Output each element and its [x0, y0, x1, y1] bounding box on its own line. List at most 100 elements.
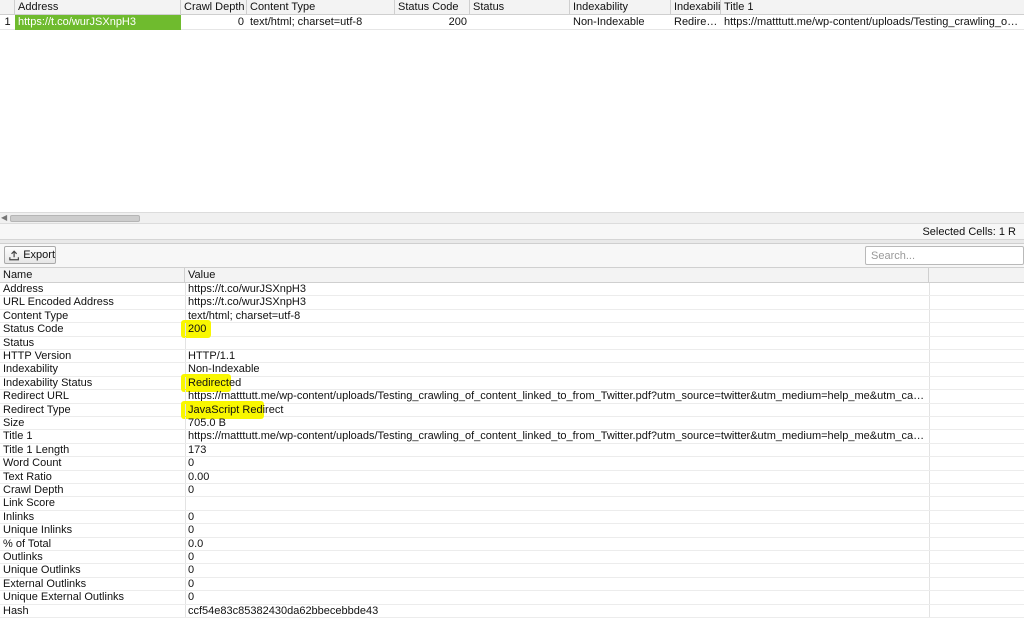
- row-value[interactable]: 0: [188, 564, 926, 577]
- table-row[interactable]: Redirect URL https://matttutt.me/wp-conte…: [0, 390, 1024, 404]
- row-value[interactable]: 0: [188, 484, 926, 497]
- column-header-address[interactable]: Address: [15, 0, 181, 15]
- table-row[interactable]: Status: [0, 336, 1024, 350]
- table-row[interactable]: Size 705.0 B: [0, 417, 1024, 431]
- column-divider: [185, 430, 186, 443]
- column-header-status-code[interactable]: Status Code: [395, 0, 470, 15]
- column-divider: [929, 430, 930, 443]
- column-divider: [185, 403, 186, 416]
- row-value[interactable]: 0: [188, 457, 926, 470]
- row-name: External Outlinks: [3, 577, 87, 590]
- row-value[interactable]: 0: [188, 524, 926, 537]
- column-header-status[interactable]: Status: [470, 0, 570, 15]
- cell-title-1[interactable]: https://matttutt.me/wp-content/uploads/T…: [721, 15, 1024, 30]
- cell-status-code[interactable]: 200: [395, 15, 470, 30]
- table-row[interactable]: Hash ccf54e83c85382430da62bbecebbde43: [0, 604, 1024, 618]
- column-header-content-type[interactable]: Content Type: [247, 0, 395, 15]
- row-value[interactable]: 0: [188, 551, 926, 564]
- table-row[interactable]: Status Code 200: [0, 320, 1024, 339]
- row-value[interactable]: ccf54e83c85382430da62bbecebbde43: [188, 605, 926, 618]
- column-divider: [929, 417, 930, 430]
- column-divider: [185, 296, 186, 309]
- column-header-crawl-depth[interactable]: Crawl Depth: [181, 0, 247, 15]
- row-value[interactable]: 0.0: [188, 538, 926, 551]
- table-row[interactable]: Indexability Status Redirected: [0, 373, 1024, 392]
- column-divider: [929, 537, 930, 550]
- row-value[interactable]: Redirected: [188, 377, 926, 390]
- row-value[interactable]: JavaScript Redirect: [188, 404, 926, 417]
- row-value[interactable]: https://t.co/wurJSXnpH3: [188, 296, 926, 309]
- row-value[interactable]: Non-Indexable: [188, 363, 926, 376]
- column-header-indexability[interactable]: Indexability: [570, 0, 671, 15]
- cell-crawl-depth[interactable]: 0: [181, 15, 247, 30]
- table-row[interactable]: Crawl Depth 0: [0, 484, 1024, 498]
- row-value[interactable]: HTTP/1.1: [188, 350, 926, 363]
- table-row[interactable]: URL Encoded Address https://t.co/wurJSXnp…: [0, 296, 1024, 310]
- scrollbar-thumb[interactable]: [10, 215, 140, 222]
- row-value[interactable]: 0: [188, 511, 926, 524]
- column-header-value[interactable]: Value: [185, 268, 929, 283]
- row-name: Outlinks: [3, 551, 43, 563]
- row-value[interactable]: 0.00: [188, 471, 926, 484]
- column-divider: [185, 497, 186, 510]
- table-row[interactable]: Text Ratio 0.00: [0, 470, 1024, 484]
- row-value[interactable]: https://matttutt.me/wp-content/uploads/T…: [188, 430, 926, 443]
- table-row[interactable]: External Outlinks 0: [0, 577, 1024, 592]
- column-divider: [929, 484, 930, 497]
- table-row[interactable]: 1 https://t.co/wurJSXnpH3 0 text/html; c…: [0, 15, 1024, 30]
- scroll-left-icon[interactable]: ◀: [1, 213, 9, 223]
- row-value[interactable]: 200: [188, 323, 926, 336]
- row-name: Status Code: [3, 323, 64, 336]
- column-divider: [185, 470, 186, 483]
- export-button-label: Export: [23, 249, 55, 261]
- row-value[interactable]: https://t.co/wurJSXnpH3: [188, 283, 926, 296]
- table-row[interactable]: Unique Inlinks 0: [0, 524, 1024, 538]
- row-value[interactable]: https://matttutt.me/wp-content/uploads/T…: [188, 390, 926, 403]
- row-value[interactable]: 173: [188, 444, 926, 457]
- table-row[interactable]: Indexability Non-Indexable: [0, 363, 1024, 377]
- cell-indexability[interactable]: Non-Indexable: [570, 15, 671, 30]
- cell-status[interactable]: [470, 15, 570, 30]
- column-header-indexability-status[interactable]: Indexabili...: [671, 0, 721, 15]
- row-name: Address: [3, 283, 44, 295]
- cell-address[interactable]: https://t.co/wurJSXnpH3: [15, 15, 181, 30]
- export-button[interactable]: Export: [4, 246, 56, 264]
- table-row[interactable]: Content Type text/html; charset=utf-8: [0, 309, 1024, 324]
- row-name: Size: [3, 417, 25, 429]
- row-name: URL Encoded Address: [3, 296, 114, 309]
- table-row[interactable]: Word Count 0: [0, 457, 1024, 471]
- cell-content-type[interactable]: text/html; charset=utf-8: [247, 15, 395, 30]
- cell-indexability-status[interactable]: Redirected: [671, 15, 721, 30]
- column-divider: [185, 376, 186, 390]
- table-row[interactable]: Unique Outlinks 0: [0, 564, 1024, 578]
- row-value[interactable]: 0: [188, 591, 926, 604]
- table-row[interactable]: HTTP Version HTTP/1.1: [0, 350, 1024, 364]
- table-row[interactable]: Unique External Outlinks 0: [0, 591, 1024, 605]
- column-divider: [185, 537, 186, 550]
- table-row[interactable]: Title 1 Length 173: [0, 443, 1024, 458]
- column-divider: [185, 564, 186, 577]
- details-toolbar: Export: [0, 244, 1024, 268]
- row-value[interactable]: 705.0 B: [188, 417, 926, 430]
- column-divider: [929, 363, 930, 376]
- row-name: Title 1 Length: [3, 443, 70, 456]
- column-divider: [929, 591, 930, 604]
- table-row[interactable]: Redirect Type JavaScript Redirect: [0, 400, 1024, 419]
- column-header-title-1[interactable]: Title 1: [721, 0, 1024, 15]
- column-header-name[interactable]: Name: [0, 268, 185, 283]
- row-value[interactable]: 0: [188, 578, 926, 591]
- table-row[interactable]: Inlinks 0: [0, 510, 1024, 525]
- table-row[interactable]: Outlinks 0: [0, 551, 1024, 565]
- table-row[interactable]: Address https://t.co/wurJSXnpH3: [0, 283, 1024, 297]
- table-row[interactable]: Link Score: [0, 497, 1024, 511]
- table-row[interactable]: % of Total 0.0: [0, 537, 1024, 551]
- table-row[interactable]: Title 1 https://matttutt.me/wp-content/up…: [0, 430, 1024, 444]
- row-name: Redirect Type: [3, 403, 71, 416]
- export-icon: [9, 249, 19, 260]
- column-divider: [185, 604, 186, 617]
- row-name: Hash: [3, 604, 29, 617]
- search-input[interactable]: [865, 246, 1024, 265]
- row-number: 1: [4, 16, 11, 28]
- row-value[interactable]: text/html; charset=utf-8: [188, 310, 926, 323]
- horizontal-scrollbar[interactable]: ◀: [0, 212, 1024, 224]
